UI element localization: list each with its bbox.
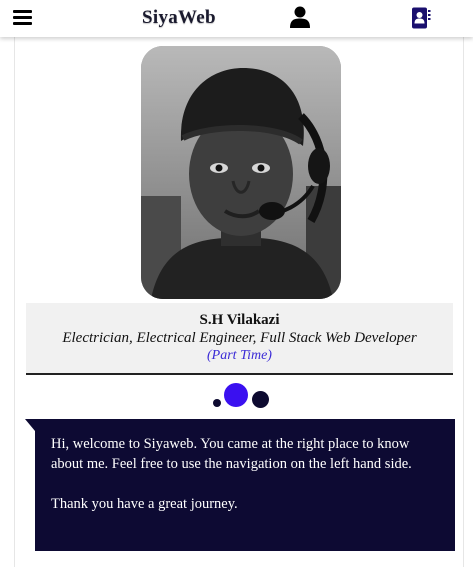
carousel-dot-1[interactable]: [213, 399, 221, 407]
welcome-paragraph-2: Thank you have a great journey.: [51, 496, 238, 512]
top-nav-bar: SiyaWeb: [0, 0, 473, 37]
welcome-paragraph-1: Hi, welcome to Siyaweb. You came at the …: [51, 436, 412, 472]
profile-note: (Part Time): [207, 348, 272, 363]
profile-card: S.H Vilakazi Electrician, Electrical Eng…: [26, 303, 453, 375]
carousel-dot-2-active[interactable]: [224, 383, 248, 407]
brand-title[interactable]: SiyaWeb: [142, 7, 216, 29]
carousel-dot-3[interactable]: [252, 391, 269, 408]
welcome-panel-tab: [25, 419, 35, 431]
main-content: S.H Vilakazi Electrician, Electrical Eng…: [14, 37, 464, 567]
profile-roles: Electrician, Electrical Engineer, Full S…: [62, 330, 417, 346]
carousel-indicators: [15, 381, 463, 411]
profile-photo: [141, 46, 341, 299]
profile-name: S.H Vilakazi: [199, 312, 280, 328]
welcome-panel: Hi, welcome to Siyaweb. You came at the …: [35, 419, 455, 551]
user-icon[interactable]: [290, 6, 310, 28]
hamburger-menu-icon[interactable]: [13, 9, 33, 27]
contact-book-icon[interactable]: [411, 7, 431, 29]
page: SiyaWeb S.H Vilakazi Electrician, Electr…: [0, 0, 473, 567]
